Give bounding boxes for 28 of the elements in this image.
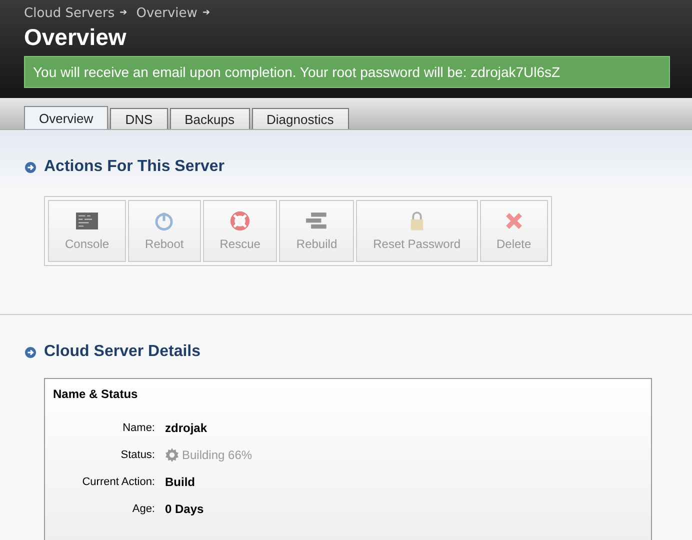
arrow-bullet-icon [25,346,36,358]
breadcrumb-separator: ➔ [202,8,210,18]
tab[interactable]: DNS [110,108,168,129]
terminal-icon [76,211,98,231]
server-stack-icon [306,211,328,231]
field-label: Current Action: [81,476,155,488]
section-heading: Cloud Server Details [44,343,200,361]
breadcrumb-separator: ➔ [120,8,128,18]
breadcrumb-link[interactable]: Overview [136,6,198,20]
lifebuoy-icon [229,211,252,231]
field-label: Status: [120,449,155,461]
field-value: Build [165,475,196,489]
field-value: zdrojak [165,421,208,435]
field-label: Name: [122,422,155,434]
status-text: Building 66% [182,448,252,462]
breadcrumb-link[interactable]: Cloud Servers [24,6,115,20]
page-title: Overview [24,23,128,52]
notice-banner: You will receive an email upon completion. Your root password will be: zdrojak7Ul6sZ [24,56,670,88]
tab[interactable]: Overview [24,106,108,129]
tab[interactable]: Backups [170,108,250,129]
gear-icon [165,448,179,462]
power-icon [153,211,176,231]
field-label: Age: [131,503,155,515]
arrow-bullet-icon [25,162,36,172]
field-value: 0 Days [165,502,205,516]
section-heading: Actions For This Server [44,158,224,176]
card-title: Name & Status [53,387,139,401]
tab[interactable]: Diagnostics [252,108,349,129]
